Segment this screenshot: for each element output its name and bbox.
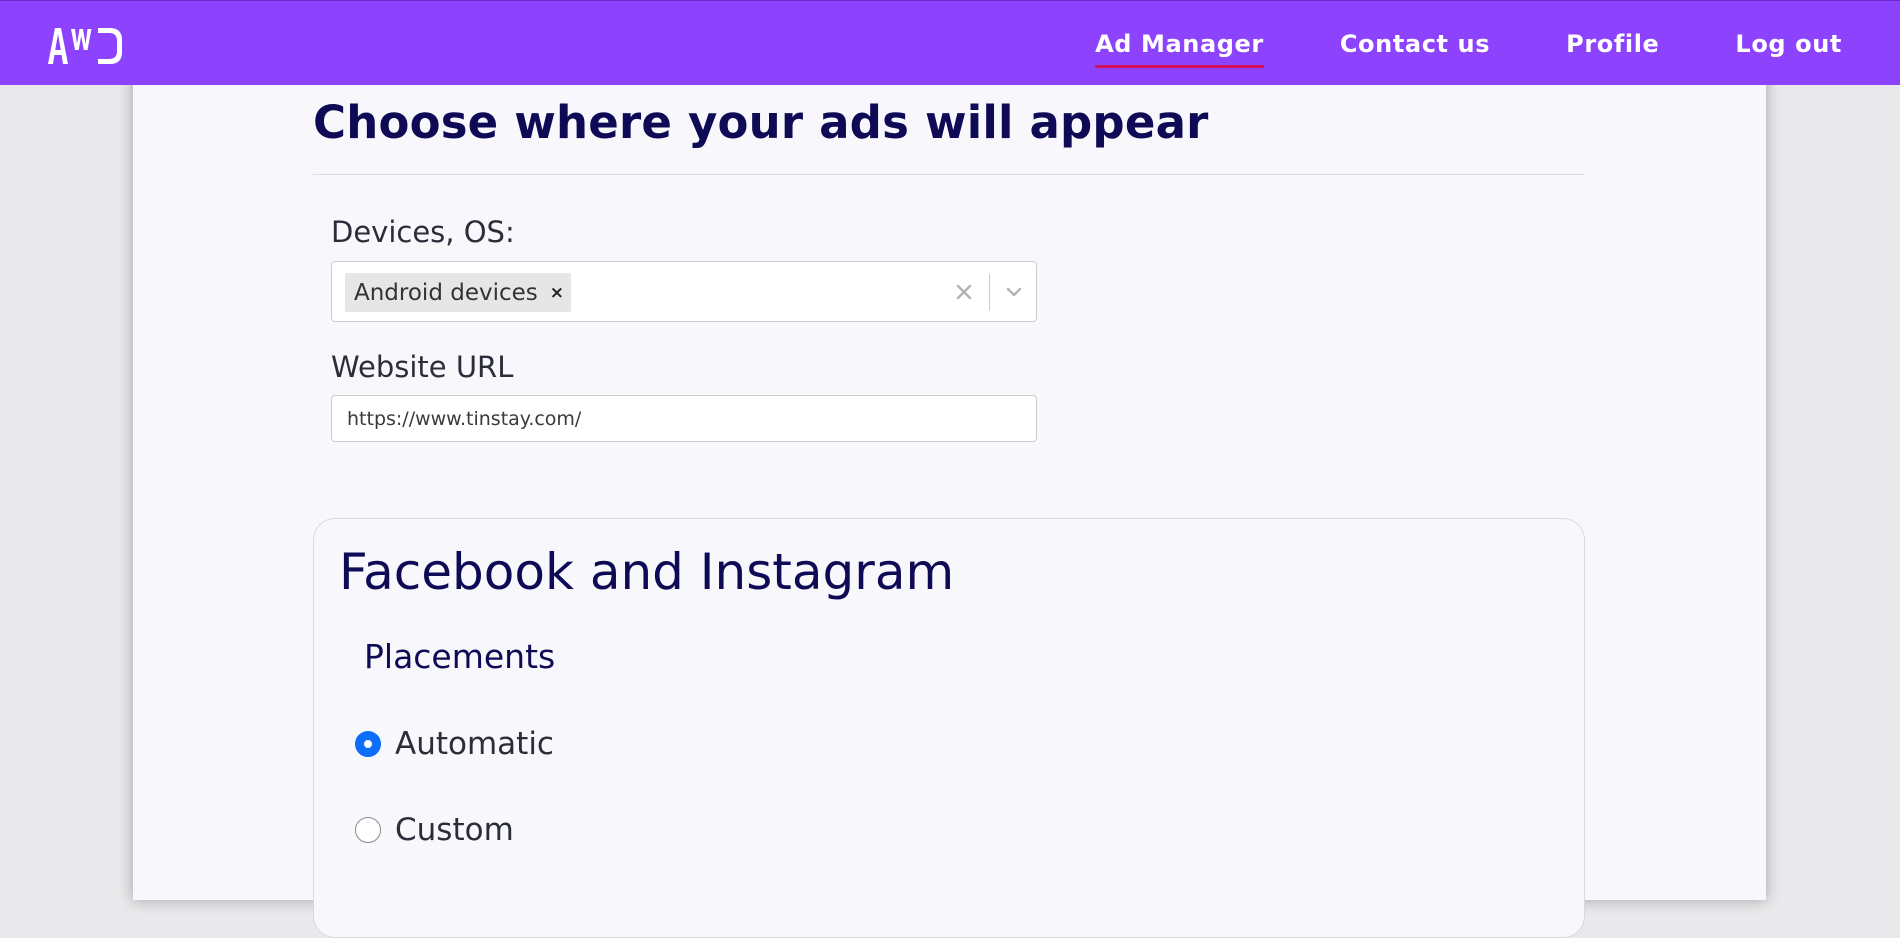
devices-multiselect[interactable]: Android devices × [331, 261, 1037, 322]
selected-chip-android: Android devices × [345, 273, 572, 312]
chip-label: Android devices [354, 279, 538, 306]
indicator-separator [989, 274, 990, 311]
top-navbar: Ad Manager Contact us Profile Log out [0, 0, 1900, 85]
radio-label-custom: Custom [395, 812, 514, 848]
chevron-down-icon[interactable] [1002, 279, 1026, 305]
chip-remove-icon[interactable]: × [550, 283, 564, 303]
page-title: Choose where your ads will appear [313, 96, 1209, 149]
placements-title: Placements [364, 637, 556, 676]
website-url-input[interactable] [331, 395, 1037, 442]
devices-label: Devices, OS: [331, 215, 515, 249]
placement-option-automatic[interactable]: Automatic [355, 724, 554, 764]
facebook-instagram-title: Facebook and Instagram [339, 543, 955, 601]
nav-log-out[interactable]: Log out [1735, 29, 1842, 59]
awd-logo[interactable] [46, 26, 124, 66]
website-url-label: Website URL [331, 350, 514, 384]
section-divider [313, 174, 1585, 175]
placement-option-custom[interactable]: Custom [355, 810, 514, 850]
radio-custom[interactable] [355, 817, 381, 843]
nav-links: Ad Manager Contact us Profile Log out [1095, 1, 1842, 86]
radio-automatic[interactable] [355, 731, 381, 757]
radio-label-automatic: Automatic [395, 726, 554, 762]
ad-placement-card: Choose where your ads will appear Device… [133, 70, 1766, 938]
close-icon[interactable] [952, 275, 976, 309]
nav-contact-us[interactable]: Contact us [1340, 29, 1490, 59]
nav-profile[interactable]: Profile [1566, 29, 1659, 59]
nav-ad-manager[interactable]: Ad Manager [1095, 29, 1264, 68]
facebook-instagram-panel: Facebook and Instagram Placements Automa… [313, 518, 1585, 938]
